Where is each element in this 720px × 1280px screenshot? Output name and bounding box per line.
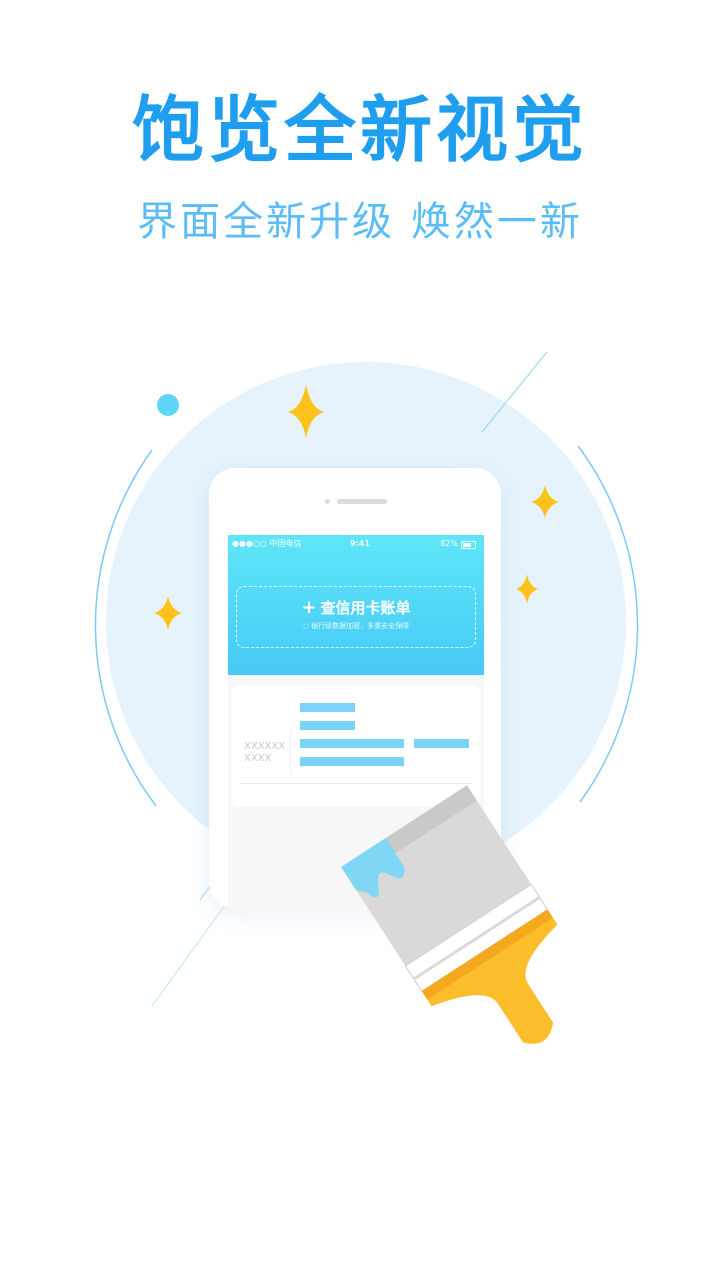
placeholder-bar	[414, 739, 469, 748]
status-carrier: ●●●○○ 中国电信	[232, 539, 302, 548]
screen-header: ●●●○○ 中国电信 9:41 82% + 查信用卡账单 ◌ 银行级数据加密，多重…	[228, 535, 484, 675]
card-number-placeholder: XXXXXX XXXX	[244, 741, 286, 764]
dot-decoration	[157, 394, 179, 416]
battery-icon	[461, 541, 476, 549]
query-label: 查信用卡账单	[320, 599, 411, 617]
status-battery-text: 82%	[440, 539, 458, 548]
security-note-text: 银行级数据加密，多重安全保障	[311, 622, 410, 630]
phone-speaker	[337, 499, 387, 504]
phone-mockup: ●●●○○ 中国电信 9:41 82% + 查信用卡账单 ◌ 银行级数据加密，多重…	[209, 468, 501, 915]
status-bar: ●●●○○ 中国电信 9:41 82%	[232, 538, 480, 550]
plus-icon: +	[301, 597, 317, 618]
placeholder-bar	[300, 703, 355, 712]
placeholder-bar	[300, 739, 404, 748]
placeholder-bar	[300, 757, 404, 766]
placeholder-bar	[300, 721, 355, 730]
card-divider	[290, 729, 291, 773]
bill-card: XXXXXX XXXX	[232, 685, 480, 807]
shield-icon: ◌	[302, 622, 312, 630]
status-time: 9:41	[350, 539, 370, 548]
security-note: ◌ 银行级数据加密，多重安全保障	[237, 621, 475, 631]
query-credit-card-bill-button[interactable]: + 查信用卡账单 ◌ 银行级数据加密，多重安全保障	[236, 586, 476, 648]
phone-camera	[325, 499, 330, 504]
phone-screen: ●●●○○ 中国电信 9:41 82% + 查信用卡账单 ◌ 银行级数据加密，多重…	[228, 535, 484, 915]
card-divider	[240, 783, 472, 784]
